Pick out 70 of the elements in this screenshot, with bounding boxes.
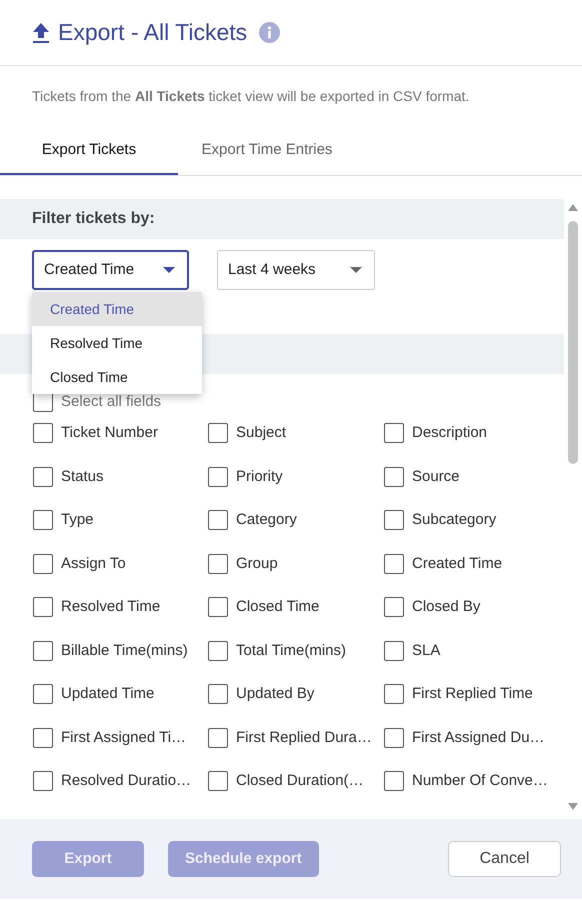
checkbox-label: Status <box>61 466 104 486</box>
checkbox[interactable] <box>384 684 404 704</box>
checkbox[interactable] <box>208 423 228 443</box>
caret-icon <box>350 267 362 273</box>
checkbox-label: First Assigned Ti… <box>61 728 186 748</box>
checkbox-label: Assign To <box>61 554 126 574</box>
checkbox[interactable] <box>208 554 228 574</box>
checkbox-label: Closed Duration(… <box>236 771 364 791</box>
checkbox-label: Ticket Number <box>61 423 158 443</box>
checkbox-label: First Replied Time <box>412 684 533 704</box>
checkbox[interactable] <box>208 684 228 704</box>
checkbox[interactable] <box>208 728 228 748</box>
checkbox-label: Subject <box>236 423 286 443</box>
tab[interactable]: Export Tickets <box>0 128 178 175</box>
checkbox-label: Updated By <box>236 684 314 704</box>
checkbox[interactable] <box>208 771 228 791</box>
checkbox-label: Source <box>412 466 460 486</box>
checkbox[interactable] <box>384 597 404 617</box>
checkbox[interactable] <box>208 466 228 486</box>
checkbox[interactable] <box>33 771 53 791</box>
section-heading: Filter tickets by: <box>0 199 564 239</box>
checkbox-label: Select all fields <box>61 392 162 412</box>
checkbox-label: Group <box>236 554 278 574</box>
tab[interactable]: Export Time Entries <box>178 128 356 175</box>
checkbox-label: Total Time(mins) <box>236 640 346 660</box>
checkbox[interactable] <box>33 423 53 443</box>
checkbox[interactable] <box>33 554 53 574</box>
checkbox-label: Updated Time <box>61 684 154 704</box>
checkbox[interactable] <box>33 466 53 486</box>
checkbox-label: Subcategory <box>412 510 496 530</box>
checkbox[interactable] <box>384 771 404 791</box>
checkbox[interactable] <box>384 510 404 530</box>
checkbox-label: Closed By <box>412 597 480 617</box>
checkbox[interactable] <box>33 684 53 704</box>
checkbox-label: Category <box>236 510 297 530</box>
caret-icon <box>163 267 175 273</box>
cancel-button[interactable]: Cancel <box>448 841 561 877</box>
checkbox-label: First Assigned Du… <box>412 728 545 748</box>
description-text: Tickets from the All Tickets ticket view will be exported in CSV format. <box>31 87 470 106</box>
checkbox-label: Description <box>412 423 488 443</box>
dropdown-select[interactable]: Created Time <box>32 250 189 290</box>
checkbox[interactable] <box>33 510 53 530</box>
checkbox-label: Billable Time(mins) <box>61 640 188 660</box>
checkbox[interactable] <box>33 392 53 412</box>
checkbox[interactable] <box>33 728 53 748</box>
dropdown-option[interactable]: Resolved Time <box>32 326 202 360</box>
checkbox[interactable] <box>384 640 404 660</box>
checkbox[interactable] <box>208 597 228 617</box>
checkbox-label: First Replied Dura… <box>236 728 372 748</box>
checkbox[interactable] <box>33 597 53 617</box>
checkbox[interactable] <box>384 554 404 574</box>
checkbox-label: Resolved Duratio… <box>61 771 192 791</box>
checkbox-label: Created Time <box>412 554 502 574</box>
dialog-title: Export - All Tickets <box>58 18 248 48</box>
dropdown-option[interactable]: Created Time <box>32 292 202 326</box>
dropdown-option[interactable]: Closed Time <box>32 360 202 394</box>
checkbox[interactable] <box>384 728 404 748</box>
checkbox-label: SLA <box>412 640 440 660</box>
checkbox-label: Priority <box>236 466 283 486</box>
checkbox-label: Number Of Conve… <box>412 771 548 791</box>
checkbox[interactable] <box>384 423 404 443</box>
checkbox-label: Resolved Time <box>61 597 160 617</box>
dropdown-select[interactable]: Last 4 weeks <box>217 250 375 290</box>
checkbox[interactable] <box>208 510 228 530</box>
upload-icon <box>32 22 50 44</box>
checkbox[interactable] <box>33 640 53 660</box>
checkbox-label: Closed Time <box>236 597 320 617</box>
checkbox[interactable] <box>208 640 228 660</box>
checkbox[interactable] <box>384 466 404 486</box>
checkbox-label: Type <box>61 510 94 530</box>
